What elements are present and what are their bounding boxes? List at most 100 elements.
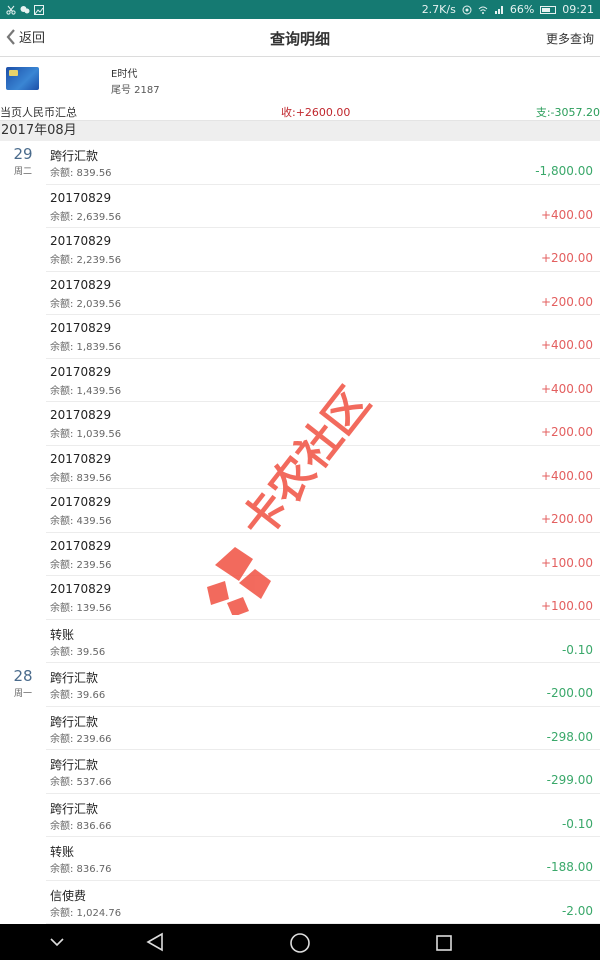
transaction-title: 20170829	[50, 538, 112, 553]
transaction-row[interactable]: 20170829 余额: 1,839.56 +400.00	[0, 315, 600, 359]
day-number: 28	[13, 667, 33, 685]
transaction-balance: 余额: 1,039.56	[50, 429, 122, 440]
transaction-title: 20170829	[50, 190, 112, 205]
battery-icon	[540, 5, 557, 14]
transaction-balance: 余额: 1,839.56	[50, 342, 122, 353]
transaction-title: 20170829	[50, 495, 112, 509]
account-name: E时代	[111, 69, 138, 80]
transaction-amount: -200.00	[546, 686, 593, 700]
system-nav-bar	[0, 924, 600, 960]
transaction-row[interactable]: 跨行汇款余额: 836.66 -0.10	[0, 794, 600, 837]
transaction-amount: +100.00	[540, 555, 593, 570]
transaction-row[interactable]: 29 周二 跨行汇款余额: 839.56 -1,800.00	[0, 141, 600, 185]
page-summary: 当页人民币汇总 收:+2600.00 支:-3057.20	[0, 101, 600, 121]
transaction-balance: 余额: 1,439.56	[50, 385, 122, 397]
transaction-amount: -0.10	[561, 816, 593, 831]
transaction-amount: -1,800.00	[535, 164, 593, 178]
date-cell: 28 周一	[0, 667, 46, 699]
transaction-list: 29 周二 跨行汇款 余额: 839.56 -1,800.00 20170829 余额: 2…	[0, 141, 600, 924]
signal-icon	[494, 5, 503, 14]
transaction-balance: 余额: 836.66	[50, 820, 112, 832]
nfc-icon	[462, 5, 472, 14]
summary-expense: 支:-3057.20	[535, 106, 600, 119]
back-triangle-icon[interactable]	[146, 932, 164, 952]
scissors-icon	[6, 5, 16, 15]
transaction-row[interactable]: 20170829 余额: 2,239.56 +200.00	[0, 228, 600, 272]
summary-income: 收:+2600.00	[281, 106, 351, 119]
wifi-icon	[478, 6, 488, 14]
weekday-label: 周一	[13, 689, 32, 699]
bank-card-icon	[6, 67, 39, 90]
status-bar: 2.7K/s 66% 09:21	[0, 0, 600, 19]
clock: 09:21	[562, 3, 594, 16]
summary-label: 当页人民币汇总	[0, 106, 77, 119]
transaction-title: 跨行汇款	[50, 671, 99, 685]
battery-percent: 66%	[509, 3, 535, 16]
transaction-balance: 余额: 2,039.56	[50, 298, 122, 310]
transaction-amount: -299.00	[546, 773, 593, 787]
account-number: 尾号 2187	[111, 85, 160, 96]
date-cell: 29 周二	[0, 145, 46, 177]
home-circle-icon[interactable]	[289, 932, 311, 954]
transaction-title: 转账	[50, 845, 75, 859]
transaction-row[interactable]: 20170829 余额: 2,039.56 +200.00	[0, 272, 600, 315]
month-header: 2017年08月	[0, 121, 600, 141]
transaction-title: 20170829	[50, 277, 112, 292]
transaction-balance: 余额: 139.56	[50, 603, 112, 614]
transaction-row[interactable]: 跨行汇款 余额: 239.66 -298.00	[0, 707, 600, 750]
transaction-amount: +200.00	[540, 294, 593, 309]
transaction-row[interactable]: 28 周一 跨行汇款余额: 39.66 -200.00	[0, 663, 600, 707]
transaction-row[interactable]: 20170829 余额: 1,439.56 +400.00	[0, 359, 600, 402]
transaction-amount: +200.00	[540, 512, 593, 526]
transaction-balance: 余额: 239.56	[50, 559, 112, 571]
transaction-row[interactable]: 20170829 余额: 239.56 +100.00	[0, 533, 600, 576]
transaction-title: 跨行汇款	[50, 714, 99, 729]
transaction-amount: -188.00	[546, 860, 593, 874]
transaction-balance: 余额: 2,239.56	[50, 255, 122, 266]
transaction-balance: 余额: 537.66	[50, 777, 112, 788]
transaction-row[interactable]: 转账 余额: 39.56 -0.10	[0, 620, 600, 663]
transaction-row[interactable]: 20170829 余额: 2,639.56 +400.00	[0, 185, 600, 228]
transaction-title: 20170829	[50, 451, 112, 466]
transaction-title: 20170829	[50, 408, 112, 422]
chevron-down-icon[interactable]	[50, 937, 64, 947]
transaction-amount: -0.10	[561, 642, 593, 657]
transaction-row[interactable]: 跨行汇款余额: 537.66 -299.00	[0, 750, 600, 794]
transaction-row[interactable]: 20170829 余额: 1,039.56 +200.00	[0, 402, 600, 446]
day-number: 29	[13, 145, 33, 163]
page-title: 查询明细	[269, 30, 330, 48]
account-card-row[interactable]: E时代 尾号 2187	[0, 57, 600, 102]
transaction-title: 转账	[50, 627, 75, 642]
transaction-balance: 余额: 39.66	[50, 690, 106, 701]
transaction-balance: 余额: 1,024.76	[50, 907, 122, 919]
transaction-amount: +200.00	[540, 251, 593, 265]
transaction-balance: 余额: 836.76	[50, 864, 112, 875]
transaction-row[interactable]: 转账余额: 836.76 -188.00	[0, 837, 600, 881]
transaction-title: 信使费	[50, 888, 87, 903]
transaction-title: 跨行汇款	[50, 801, 99, 816]
transaction-title: 20170829	[50, 364, 112, 379]
transaction-balance: 余额: 2,639.56	[50, 211, 122, 223]
transaction-row[interactable]: 20170829 余额: 439.56 +200.00	[0, 489, 600, 533]
image-icon	[34, 4, 44, 15]
transaction-amount: +100.00	[540, 599, 593, 613]
transaction-row[interactable]: 20170829 余额: 839.56 +400.00	[0, 446, 600, 489]
transaction-title: 20170829	[50, 234, 112, 248]
recents-square-icon[interactable]	[435, 934, 453, 952]
transaction-title: 20170829	[50, 582, 112, 596]
transaction-row[interactable]: 信使费余额: 1,024.76 -2.00	[0, 881, 600, 924]
transaction-amount: +400.00	[540, 207, 593, 222]
transaction-amount: +200.00	[540, 425, 593, 439]
transaction-amount: -2.00	[561, 903, 593, 918]
transaction-balance: 余额: 839.56	[50, 168, 112, 179]
transaction-amount: -298.00	[546, 729, 593, 744]
transaction-title: 20170829	[50, 321, 112, 335]
transaction-row[interactable]: 20170829 余额: 139.56 +100.00	[0, 576, 600, 620]
transaction-title: 跨行汇款	[50, 758, 99, 772]
transaction-amount: +400.00	[540, 381, 593, 396]
more-query-button[interactable]: 更多查询	[546, 30, 594, 47]
transaction-balance: 余额: 839.56	[50, 472, 112, 484]
transaction-amount: +400.00	[540, 468, 593, 483]
weekday-label: 周二	[13, 167, 32, 177]
transaction-title: 跨行汇款	[50, 149, 99, 163]
